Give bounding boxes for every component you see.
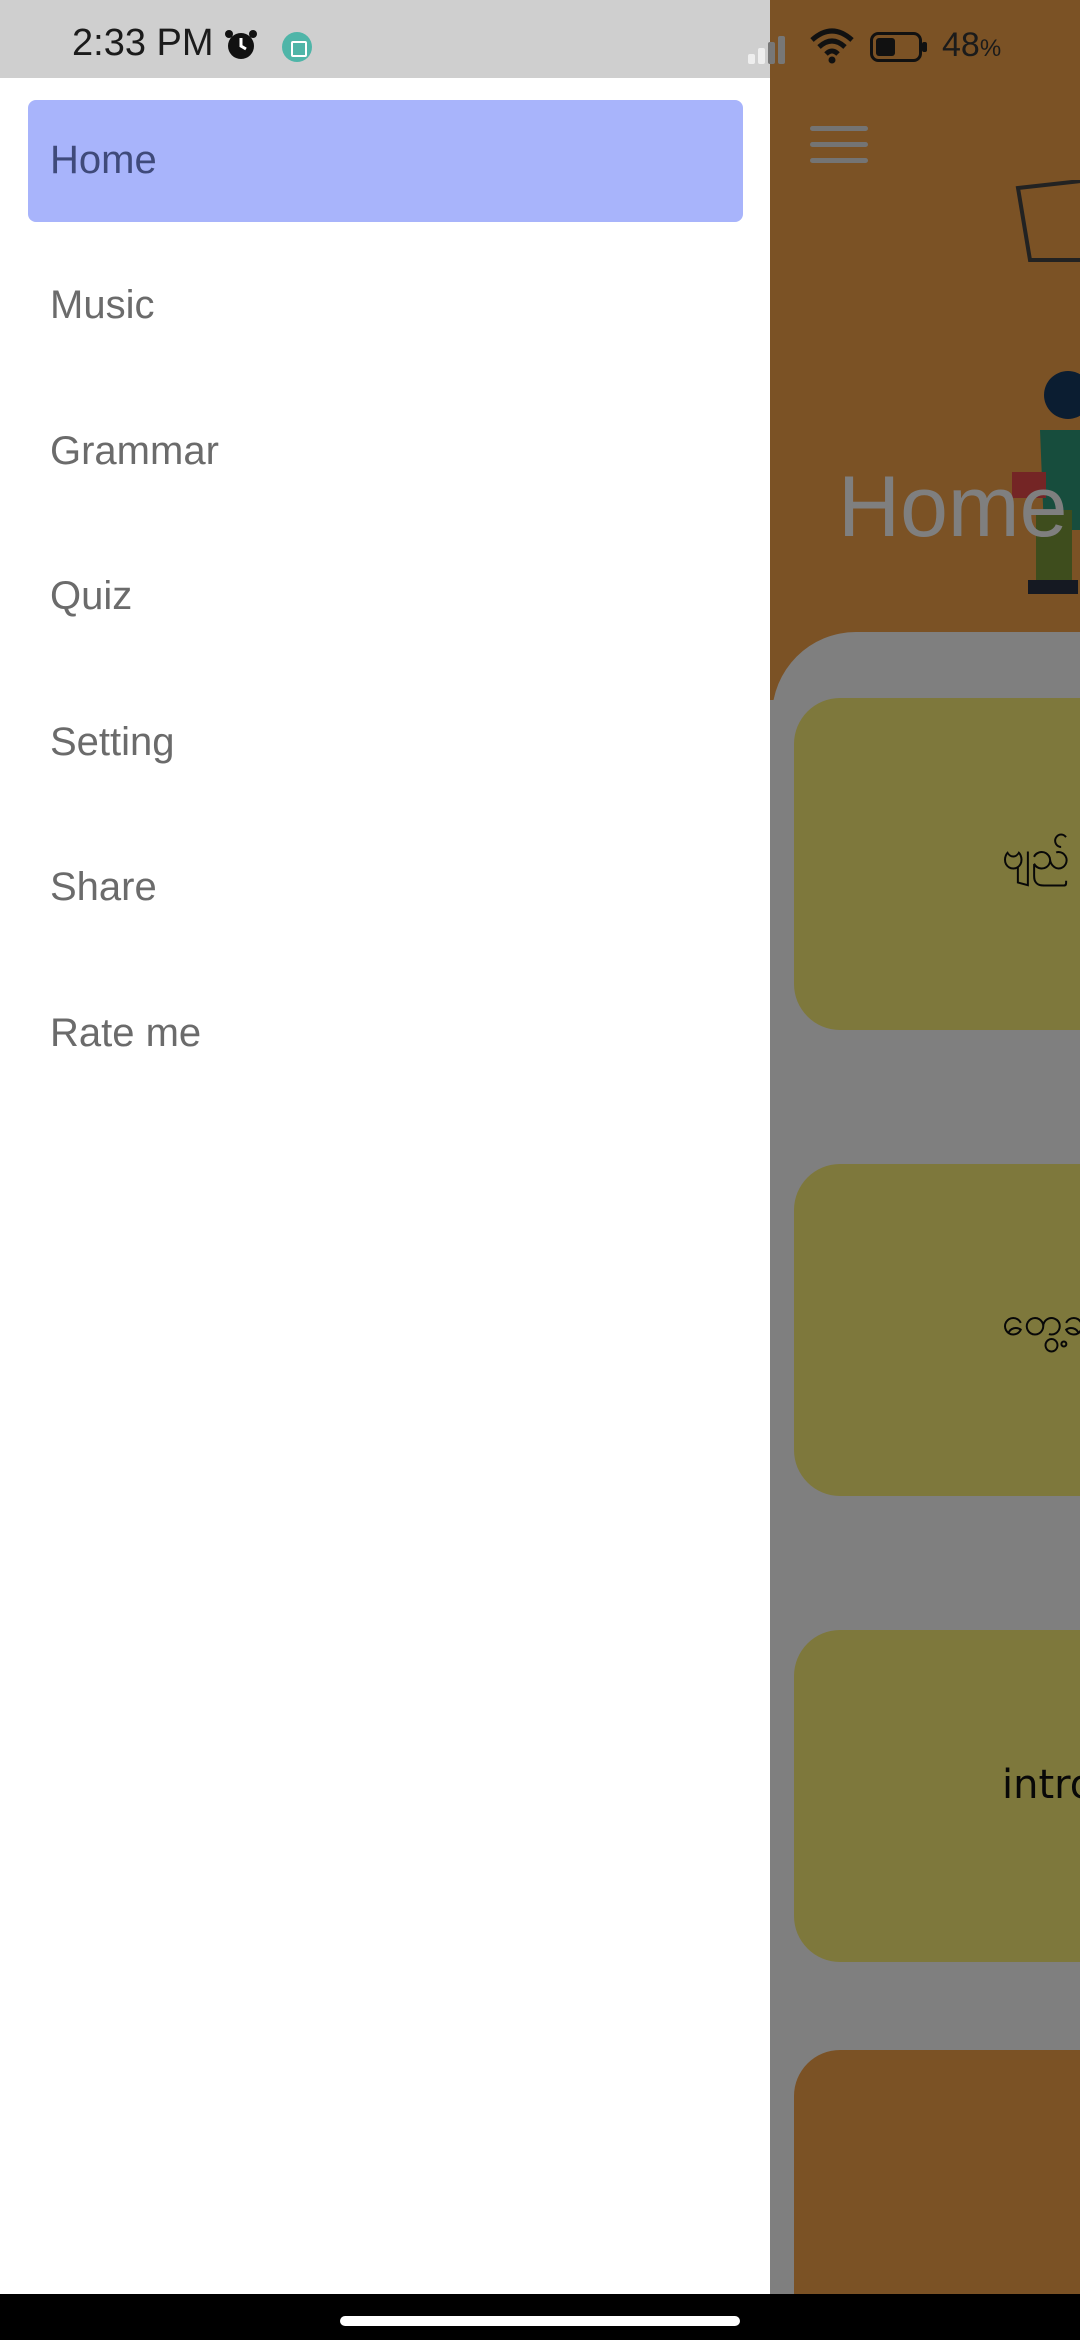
system-nav-bar [0, 2294, 1080, 2340]
status-time: 2:33 PM [72, 22, 214, 64]
navigation-drawer: Home Music Grammar Quiz Setting Share Ra… [0, 78, 770, 2294]
drawer-item-label: Quiz [50, 574, 133, 618]
drawer-item-music[interactable]: Music [28, 245, 743, 367]
drawer-item-grammar[interactable]: Grammar [28, 391, 743, 513]
drawer-item-setting[interactable]: Setting [28, 682, 743, 804]
drawer-item-label: Rate me [50, 1011, 202, 1055]
alarm-icon [225, 30, 257, 59]
signal-icon [748, 36, 785, 64]
drawer-item-label: Music [50, 283, 155, 327]
drawer-item-share[interactable]: Share [28, 827, 743, 949]
wifi-icon [810, 28, 854, 64]
battery-percent: 48% [942, 26, 1002, 64]
drawer-item-label: Share [50, 865, 157, 909]
media-notification-icon [282, 32, 312, 62]
drawer-item-label: Setting [50, 720, 175, 764]
drawer-item-label: Home [50, 138, 157, 182]
status-bar: 2:33 PM 48% [0, 0, 1080, 78]
drawer-item-rate-me[interactable]: Rate me [28, 973, 743, 1095]
home-indicator[interactable] [340, 2316, 740, 2326]
drawer-item-quiz[interactable]: Quiz [28, 536, 743, 658]
drawer-item-label: Grammar [50, 429, 219, 473]
drawer-item-home[interactable]: Home [28, 100, 743, 222]
battery-icon [870, 32, 927, 62]
